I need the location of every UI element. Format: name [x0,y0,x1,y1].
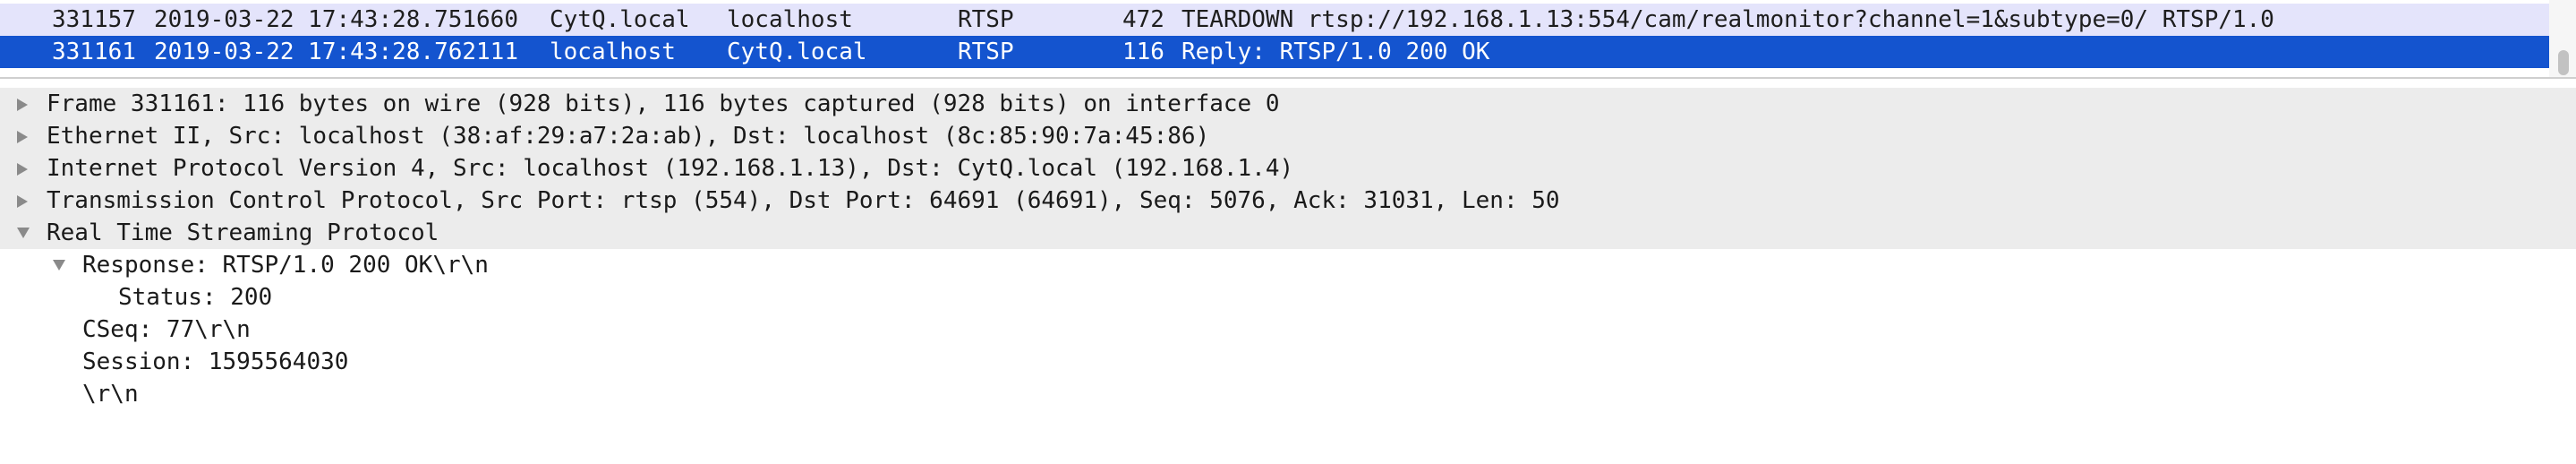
tree-item-label: Ethernet II, Src: localhost (38:af:29:a7… [47,123,1210,150]
packet-destination: localhost [727,6,853,33]
tree-item-crlf[interactable]: \r\n [0,378,2576,410]
tree-item-label: Status: 200 [118,284,273,311]
tree-item-label: CSeq: 77\r\n [82,316,251,343]
packet-info: Reply: RTSP/1.0 200 OK [1181,39,1490,65]
packet-list-scrollbar[interactable] [2549,0,2576,77]
tree-item-label: Session: 1595564030 [82,348,349,375]
triangle-right-icon[interactable] [13,120,32,152]
tree-item-response[interactable]: Response: RTSP/1.0 200 OK\r\n [0,249,2576,281]
packet-list[interactable]: 331157 2019-03-22 17:43:28.751660 CytQ.l… [0,0,2576,77]
packet-length: 116 [1122,39,1164,65]
packet-protocol: RTSP [958,39,1014,65]
tree-item-tcp[interactable]: Transmission Control Protocol, Src Port:… [0,185,2576,217]
packet-number: 331157 [52,6,136,33]
tree-item-label: Transmission Control Protocol, Src Port:… [47,187,1560,214]
scrollbar-thumb[interactable] [2558,50,2569,75]
packet-source: CytQ.local [550,6,690,33]
tree-item-cseq[interactable]: CSeq: 77\r\n [0,314,2576,346]
packet-number: 331161 [52,39,136,65]
triangle-down-icon[interactable] [48,249,68,281]
packet-protocol: RTSP [958,6,1014,33]
packet-row-331157[interactable]: 331157 2019-03-22 17:43:28.751660 CytQ.l… [0,4,2549,36]
tree-item-status[interactable]: Status: 200 [0,281,2576,314]
tree-item-rtsp[interactable]: Real Time Streaming Protocol [0,217,2576,249]
packet-length: 472 [1122,6,1164,33]
tree-item-session[interactable]: Session: 1595564030 [0,346,2576,378]
packet-info: TEARDOWN rtsp://192.168.1.13:554/cam/rea… [1181,6,2274,33]
packet-time: 2019-03-22 17:43:28.751660 [154,6,518,33]
packet-destination: CytQ.local [727,39,867,65]
tree-item-label: Real Time Streaming Protocol [47,219,439,246]
tree-item-frame[interactable]: Frame 331161: 116 bytes on wire (928 bit… [0,88,2576,120]
triangle-down-icon[interactable] [13,217,32,249]
tree-item-ethernet[interactable]: Ethernet II, Src: localhost (38:af:29:a7… [0,120,2576,152]
packet-source: localhost [550,39,676,65]
packet-details-tree[interactable]: Frame 331161: 116 bytes on wire (928 bit… [0,88,2576,464]
packet-row-331161-selected[interactable]: 331161 2019-03-22 17:43:28.762111 localh… [0,36,2549,68]
triangle-right-icon[interactable] [13,152,32,185]
triangle-right-icon[interactable] [13,185,32,217]
tree-item-label: Internet Protocol Version 4, Src: localh… [47,155,1294,182]
tree-item-ip[interactable]: Internet Protocol Version 4, Src: localh… [0,152,2576,185]
tree-item-label: Frame 331161: 116 bytes on wire (928 bit… [47,90,1280,117]
tree-item-label: \r\n [82,381,139,408]
packet-time: 2019-03-22 17:43:28.762111 [154,39,518,65]
triangle-right-icon[interactable] [13,88,32,120]
tree-item-label: Response: RTSP/1.0 200 OK\r\n [82,252,489,279]
